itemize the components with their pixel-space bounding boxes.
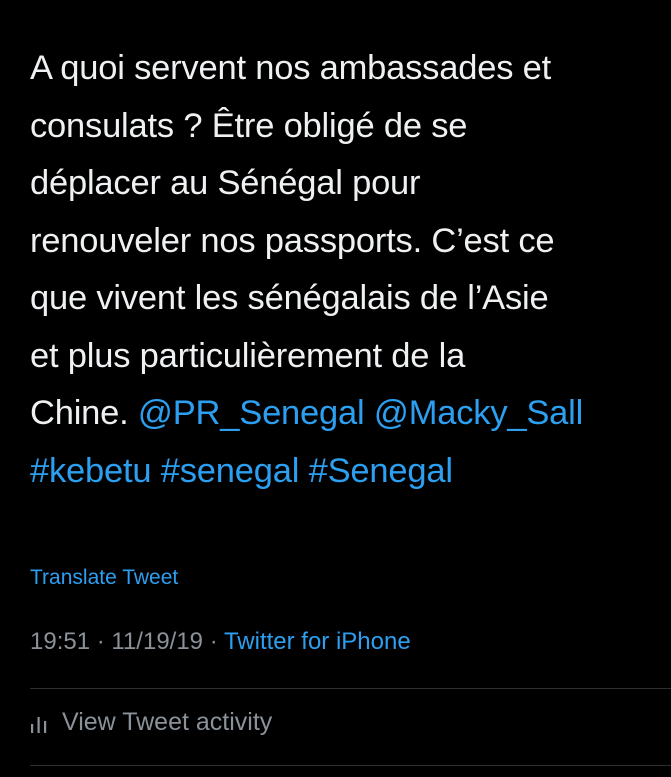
tweet-line: A quoi servent nos ambassades et bbox=[30, 49, 552, 87]
translate-tweet-link[interactable]: Translate Tweet bbox=[30, 566, 178, 590]
view-tweet-activity-button[interactable]: View Tweet activity bbox=[30, 708, 272, 737]
bar-chart-icon bbox=[31, 716, 47, 733]
divider bbox=[30, 688, 671, 689]
tweet-line-hashtags: #kebetu #senegal #Senegal bbox=[30, 443, 660, 501]
tweet-line-mentions: Chine. @PR_Senegal @Macky_Sall bbox=[30, 385, 660, 443]
tweet-time: 19:51 bbox=[30, 628, 91, 655]
divider bbox=[30, 765, 671, 766]
tweet-line: et plus particulièrement de la bbox=[30, 336, 466, 375]
tweet-line: renouveler nos passports. C’est ce bbox=[30, 221, 555, 260]
hashtag-kebetu[interactable]: #kebetu bbox=[30, 452, 152, 490]
tweet-source-link[interactable]: Twitter for iPhone bbox=[224, 628, 411, 655]
hashtag-senegal-capital[interactable]: #Senegal bbox=[309, 452, 453, 490]
tweet-line: déplacer au Sénégal pour bbox=[30, 164, 421, 202]
mention-pr-senegal[interactable]: @PR_Senegal bbox=[138, 394, 365, 432]
tweet-meta: 19:51 · 11/19/19 · Twitter for iPhone bbox=[30, 628, 411, 656]
meta-separator: · bbox=[90, 628, 112, 655]
mention-macky-sall[interactable]: @Macky_Sall bbox=[374, 394, 583, 432]
view-tweet-activity-label: View Tweet activity bbox=[62, 708, 273, 736]
tweet-line-text: Chine. bbox=[30, 394, 138, 432]
tweet-line: consulats ? Être obligé de se bbox=[30, 106, 468, 145]
tweet-line: que vivent les sénégalais de l’Asie bbox=[30, 279, 549, 317]
tweet-text: A quoi servent nos ambassades et consula… bbox=[30, 40, 660, 500]
tweet-date: 11/19/19 bbox=[111, 628, 204, 655]
meta-separator: · bbox=[203, 628, 224, 655]
hashtag-senegal[interactable]: #senegal bbox=[161, 452, 300, 490]
